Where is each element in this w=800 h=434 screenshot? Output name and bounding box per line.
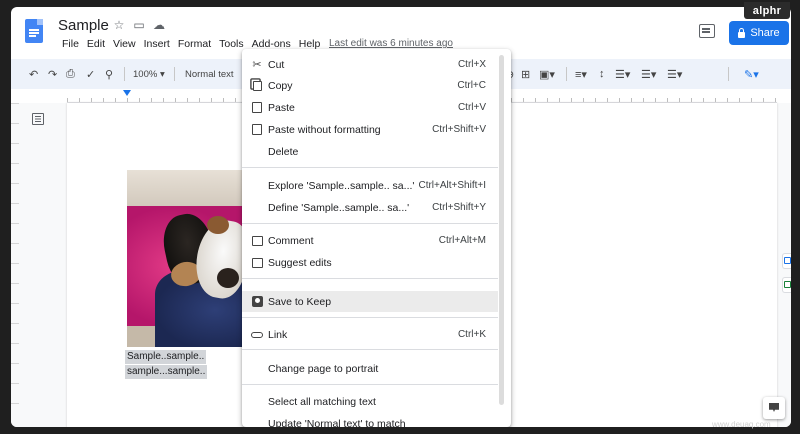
menu-insert[interactable]: Insert (140, 38, 174, 50)
menu-item-delete[interactable]: Delete (242, 141, 498, 162)
menu-item-cut[interactable]: ✂ Cut Ctrl+X (242, 54, 498, 75)
zoom-value: 100% (133, 68, 158, 80)
menu-item-paste[interactable]: Paste Ctrl+V (242, 97, 498, 118)
puppies-photo[interactable] (127, 170, 243, 347)
keep-icon (251, 296, 263, 308)
document-outline-icon[interactable] (32, 113, 44, 125)
menu-tools[interactable]: Tools (215, 38, 248, 50)
bulleted-list-icon[interactable]: ☰▾ (641, 59, 656, 89)
link-icon (251, 329, 263, 341)
scissors-icon: ✂ (252, 59, 262, 71)
menu-format[interactable]: Format (174, 38, 215, 50)
menu-item-paste-without-formatting[interactable]: Paste without formatting Ctrl+Shift+V (242, 119, 498, 140)
vertical-ruler (11, 103, 19, 423)
add-comment-side-icon[interactable] (782, 253, 791, 269)
undo-icon[interactable]: ↶ (29, 59, 38, 89)
selected-text-line-1[interactable]: Sample..sample.. (125, 350, 207, 364)
comment-history-icon[interactable] (699, 24, 715, 38)
menu-item-change-page-orientation[interactable]: Change page to portrait (242, 358, 498, 379)
last-edit-link[interactable]: Last edit was 6 minutes ago (329, 38, 453, 49)
menu-item-comment[interactable]: Comment Ctrl+Alt+M (242, 230, 498, 251)
insert-image-icon[interactable]: ▣▾ (539, 59, 555, 89)
cloud-status-icon[interactable]: ☁ (152, 18, 166, 32)
spellcheck-icon[interactable]: ✓ (86, 59, 95, 89)
menu-item-explore[interactable]: Explore 'Sample..sample.. sa...' Ctrl+Al… (242, 175, 498, 196)
selected-text-line-2[interactable]: sample...sample.. (125, 365, 208, 379)
zoom-select[interactable]: 100% ▾ (133, 59, 165, 89)
clipboard-icon (251, 102, 263, 114)
menu-file[interactable]: File (58, 38, 83, 50)
paint-format-icon[interactable]: ⚲ (105, 59, 113, 89)
copy-icon (251, 80, 263, 92)
menu-item-define[interactable]: Define 'Sample..sample.. sa...' Ctrl+Shi… (242, 197, 498, 218)
share-button[interactable]: Share (729, 21, 789, 45)
redo-icon[interactable]: ↷ (48, 59, 57, 89)
editing-mode-icon[interactable]: ✎▾ (744, 59, 759, 89)
context-menu-scrollbar[interactable] (499, 55, 504, 405)
style-select[interactable]: Normal text (185, 59, 234, 89)
menu-item-select-all-matching[interactable]: Select all matching text (242, 391, 498, 412)
clipboard-plain-icon (251, 124, 263, 136)
checklist-icon[interactable]: ☰▾ (615, 59, 630, 89)
move-folder-icon[interactable]: ▭ (132, 18, 146, 32)
menu-view[interactable]: View (109, 38, 140, 50)
line-spacing-icon[interactable]: ↕ (599, 59, 605, 89)
docs-logo-icon[interactable] (25, 19, 43, 43)
star-icon[interactable]: ☆ (112, 18, 126, 32)
title-actions: ☆ ▭ ☁ (112, 18, 166, 32)
lock-icon (738, 27, 746, 38)
comment-icon (251, 235, 263, 247)
numbered-list-icon[interactable]: ☰▾ (667, 59, 682, 89)
suggest-edits-icon (251, 257, 263, 269)
menu-item-save-to-keep[interactable]: Save to Keep (242, 291, 498, 312)
document-title[interactable]: Sample (58, 17, 109, 34)
share-label: Share (750, 27, 780, 39)
menu-item-suggest-edits[interactable]: Suggest edits (242, 252, 498, 273)
menu-item-update-normal-text[interactable]: Update 'Normal text' to match (242, 413, 498, 428)
context-menu: ✂ Cut Ctrl+X Copy Ctrl+C Paste Ctrl+V Pa… (242, 49, 511, 427)
indent-marker-icon[interactable] (123, 90, 131, 96)
explore-icon[interactable] (763, 397, 785, 419)
add-comment-icon[interactable]: ⊞ (521, 59, 530, 89)
suggest-edit-side-icon[interactable] (782, 277, 791, 293)
watermark: www.deuaq.com (712, 420, 771, 429)
alphr-badge: alphr (744, 2, 790, 19)
align-icon[interactable]: ≡▾ (575, 59, 587, 89)
print-icon[interactable]: ⎙ (66, 59, 75, 89)
menu-item-copy[interactable]: Copy Ctrl+C (242, 75, 498, 96)
menu-edit[interactable]: Edit (83, 38, 109, 50)
menu-item-link[interactable]: Link Ctrl+K (242, 324, 498, 345)
app-window: Sample ☆ ▭ ☁ File Edit View Insert Forma… (11, 7, 791, 427)
